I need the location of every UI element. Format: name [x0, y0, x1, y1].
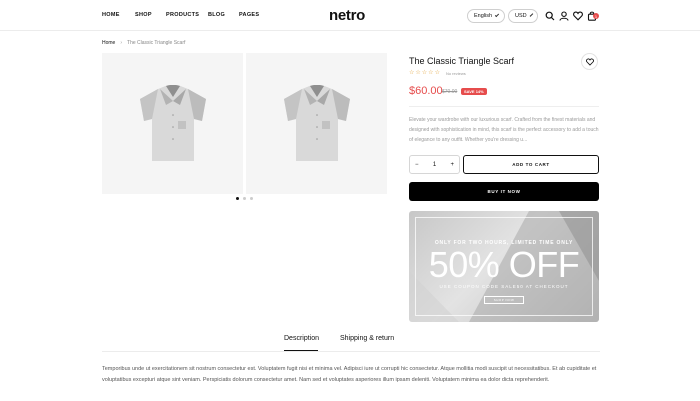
cart-count-badge: 1 — [593, 13, 599, 19]
tab-description[interactable]: Description — [284, 335, 319, 342]
nav-products[interactable]: PRODUCTS — [166, 12, 199, 18]
nav-shop[interactable]: SHOP — [135, 12, 152, 18]
divider — [409, 106, 599, 107]
heart-icon — [585, 57, 594, 66]
star-icon: ☆ — [434, 70, 440, 76]
chevron-down-icon — [529, 13, 533, 17]
gallery-dot[interactable] — [250, 197, 253, 200]
breadcrumb-home[interactable]: Home — [102, 40, 115, 46]
bag-icon[interactable]: 1 — [586, 10, 599, 21]
product-tabs: Description Shipping & return — [102, 334, 600, 352]
quantity-stepper: − 1 + — [409, 155, 460, 174]
gallery-dot[interactable] — [243, 197, 246, 200]
currency-label: USD — [515, 13, 527, 19]
product-description: Elevate your wardrobe with our luxurious… — [409, 117, 599, 143]
buy-now-button[interactable]: BUY IT NOW — [409, 182, 599, 201]
star-icon: ☆ — [415, 70, 421, 76]
plus-icon[interactable]: + — [450, 162, 454, 168]
user-icon[interactable] — [558, 10, 569, 21]
site-header: HOME SHOP PRODUCTS BLOG PAGES netro Engl… — [0, 0, 700, 31]
wishlist-button[interactable] — [581, 53, 598, 70]
language-select[interactable]: English — [467, 9, 505, 23]
add-to-cart-button[interactable]: ADD TO CART — [463, 155, 599, 174]
reviews-count[interactable]: No reviews — [446, 71, 466, 76]
gallery-dot[interactable] — [236, 197, 239, 200]
nav-blog[interactable]: BLOG — [208, 12, 225, 18]
product-image-1[interactable] — [102, 53, 243, 194]
compare-price: $70.00 — [442, 89, 458, 95]
rating: ☆ ☆ ☆ ☆ ☆ No reviews — [409, 70, 466, 76]
product-image-2[interactable] — [246, 53, 387, 194]
shirt-image — [140, 85, 206, 161]
save-badge: SAVE 14% — [461, 88, 487, 95]
product-price: $60.00 — [409, 85, 443, 97]
promo-banner[interactable]: ONLY FOR TWO HOURS, LIMITED TIME ONLY 50… — [409, 211, 599, 322]
breadcrumb: Home › The Classic Triangle Scarf — [102, 40, 185, 46]
breadcrumb-separator-icon: › — [120, 40, 123, 46]
minus-icon[interactable]: − — [415, 162, 419, 168]
heart-icon[interactable] — [572, 10, 583, 21]
shirt-image — [284, 85, 350, 161]
site-logo[interactable]: netro — [329, 7, 365, 24]
search-icon[interactable] — [544, 10, 555, 21]
promo-discount: 50% OFF — [428, 244, 580, 285]
promo-coupon-text: USE COUPON CODE SALE50 AT CHECKOUT — [439, 284, 569, 289]
gallery-pagination — [236, 197, 253, 200]
nav-pages[interactable]: PAGES — [239, 12, 259, 18]
currency-select[interactable]: USD — [508, 9, 538, 23]
star-icon: ☆ — [428, 70, 434, 76]
promo-shop-button[interactable]: SHOP NOW — [484, 296, 524, 304]
nav-home[interactable]: HOME — [102, 12, 120, 18]
tab-shipping[interactable]: Shipping & return — [340, 335, 394, 342]
breadcrumb-current: The Classic Triangle Scarf — [127, 40, 186, 46]
chevron-down-icon — [494, 12, 500, 18]
star-icon: ☆ — [421, 70, 428, 76]
star-icon: ☆ — [409, 70, 415, 76]
tab-content-text: Temporibus unde ut exercitationem sit no… — [102, 366, 597, 383]
product-title: The Classic Triangle Scarf — [409, 56, 515, 66]
quantity-value[interactable]: 1 — [433, 162, 436, 168]
active-tab-indicator — [284, 350, 318, 351]
language-label: English — [474, 13, 493, 19]
